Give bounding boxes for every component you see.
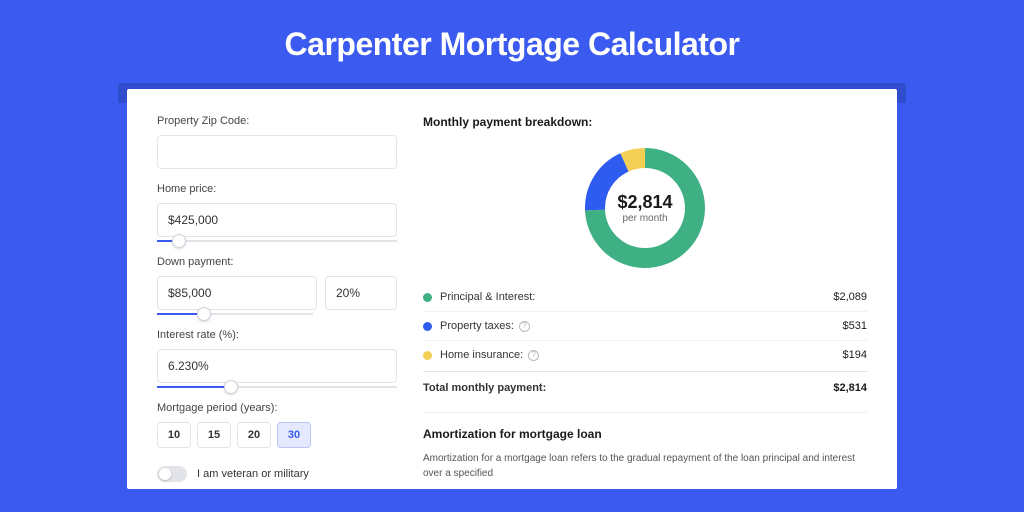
page-title: Carpenter Mortgage Calculator <box>0 0 1024 83</box>
zip-field-group: Property Zip Code: <box>157 115 397 169</box>
interest-rate-label: Interest rate (%): <box>157 329 397 341</box>
home-price-input[interactable] <box>157 203 397 237</box>
legend-label: Principal & Interest: <box>440 291 833 303</box>
veteran-toggle[interactable] <box>157 466 187 482</box>
amortization-body: Amortization for a mortgage loan refers … <box>423 451 867 481</box>
period-option-10[interactable]: 10 <box>157 422 191 448</box>
amortization-section: Amortization for mortgage loan Amortizat… <box>423 412 867 481</box>
legend-dot-icon <box>423 322 432 331</box>
veteran-label: I am veteran or military <box>197 468 309 480</box>
donut-sublabel: per month <box>622 213 667 224</box>
home-price-field-group: Home price: <box>157 183 397 242</box>
mortgage-period-options: 10152030 <box>157 422 397 448</box>
legend-value: $194 <box>843 349 867 361</box>
zip-label: Property Zip Code: <box>157 115 397 127</box>
donut-chart-wrap: $2,814 per month <box>423 135 867 283</box>
down-payment-slider[interactable] <box>157 313 313 315</box>
legend-dot-icon <box>423 293 432 302</box>
period-option-20[interactable]: 20 <box>237 422 271 448</box>
legend-row: Property taxes:?$531 <box>423 311 867 340</box>
home-price-slider[interactable] <box>157 240 397 242</box>
mortgage-period-field-group: Mortgage period (years): 10152030 <box>157 402 397 448</box>
period-option-30[interactable]: 30 <box>277 422 311 448</box>
home-price-label: Home price: <box>157 183 397 195</box>
interest-rate-input[interactable] <box>157 349 397 383</box>
donut-total: $2,814 <box>617 192 672 213</box>
veteran-toggle-row: I am veteran or military <box>157 466 397 482</box>
donut-chart: $2,814 per month <box>582 145 708 271</box>
mortgage-period-label: Mortgage period (years): <box>157 402 397 414</box>
info-icon[interactable]: ? <box>519 321 530 332</box>
zip-input[interactable] <box>157 135 397 169</box>
breakdown-column: Monthly payment breakdown: $2,814 per mo… <box>423 115 867 489</box>
down-payment-label: Down payment: <box>157 256 397 268</box>
interest-rate-slider[interactable] <box>157 386 397 388</box>
breakdown-heading: Monthly payment breakdown: <box>423 115 867 129</box>
legend-row: Home insurance:?$194 <box>423 340 867 369</box>
legend-value: $2,089 <box>833 291 867 303</box>
total-row: Total monthly payment: $2,814 <box>423 371 867 402</box>
period-option-15[interactable]: 15 <box>197 422 231 448</box>
legend-label: Home insurance:? <box>440 349 843 361</box>
down-payment-pct-input[interactable] <box>325 276 397 310</box>
total-value: $2,814 <box>833 382 867 394</box>
info-icon[interactable]: ? <box>528 350 539 361</box>
inputs-column: Property Zip Code: Home price: Down paym… <box>157 115 397 489</box>
down-payment-input[interactable] <box>157 276 317 310</box>
breakdown-legend: Principal & Interest:$2,089Property taxe… <box>423 283 867 369</box>
amortization-title: Amortization for mortgage loan <box>423 427 867 441</box>
legend-label: Property taxes:? <box>440 320 843 332</box>
calculator-card: Property Zip Code: Home price: Down paym… <box>127 89 897 489</box>
down-payment-field-group: Down payment: <box>157 256 397 315</box>
legend-value: $531 <box>843 320 867 332</box>
total-label: Total monthly payment: <box>423 382 833 394</box>
legend-row: Principal & Interest:$2,089 <box>423 283 867 311</box>
interest-rate-field-group: Interest rate (%): <box>157 329 397 388</box>
legend-dot-icon <box>423 351 432 360</box>
